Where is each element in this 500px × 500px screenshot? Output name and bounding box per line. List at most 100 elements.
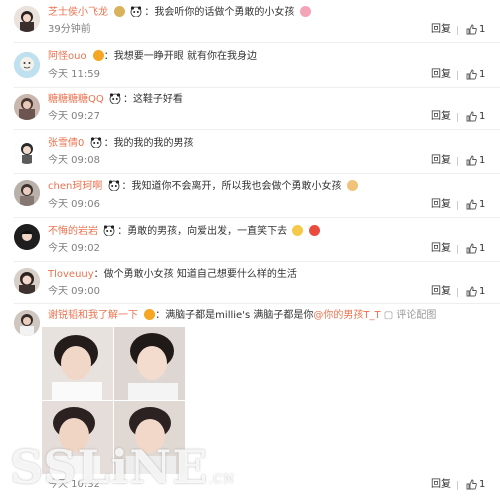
comment-line: 不悔的岩岩 ：勇敢的男孩，向爱出发，一直笑下去: [48, 225, 320, 239]
divider: [14, 87, 500, 88]
separator: ：: [155, 310, 166, 321]
comment-time: 39分钟前: [48, 24, 91, 35]
comment-line: 张雪倩0 ：我的我的我的男孩: [48, 137, 194, 151]
site-watermark: SSLiNE.CN: [10, 440, 235, 494]
avatar[interactable]: [14, 224, 40, 250]
comment-line: 谢锐韬和我了解一下 ：满脑子都是millie's 满脑子都是你@你的男孩T_T …: [48, 309, 436, 323]
watermark-suffix: .CN: [208, 472, 235, 486]
reply-button[interactable]: 回复: [431, 24, 451, 36]
like-icon[interactable]: [466, 243, 477, 254]
username[interactable]: 芝士侯小飞龙: [48, 7, 108, 18]
divider: [14, 42, 500, 43]
comment-time: 今天 09:02: [48, 243, 100, 254]
divider-bar: [457, 288, 458, 297]
comment-text: 这鞋子好看: [132, 94, 183, 105]
photo-thumbnail[interactable]: [42, 327, 113, 400]
username[interactable]: chen珂珂啊: [48, 181, 102, 192]
separator: ：: [121, 181, 132, 192]
panda-emoji-icon: [90, 137, 102, 148]
comment-line: 糖糖糖糖QQ ：这鞋子好看: [48, 93, 183, 107]
divider: [14, 261, 500, 262]
like-icon[interactable]: [466, 155, 477, 166]
panda-emoji-icon: [109, 93, 121, 104]
username[interactable]: 张雪倩0: [48, 138, 84, 149]
divider-bar: [457, 201, 458, 210]
comment-text: 做个勇敢小女孩 知道自己想要什么样的生活: [103, 269, 297, 280]
reply-button[interactable]: 回复: [431, 479, 451, 491]
separator: ：: [103, 51, 114, 62]
like-count: 1: [479, 479, 486, 490]
like-count: 1: [479, 24, 486, 35]
separator: ：: [122, 94, 133, 105]
separator: ：: [117, 226, 128, 237]
separator: ：: [93, 269, 104, 280]
like-count: 1: [479, 155, 486, 166]
reply-button[interactable]: 回复: [431, 155, 451, 167]
divider-bar: [457, 245, 458, 254]
comment-text: 我知道你不会离开，所以我也会做个勇敢小女孩: [131, 181, 342, 192]
like-icon[interactable]: [466, 69, 477, 80]
mention-link[interactable]: @你的男孩T_T: [313, 310, 380, 321]
panda-emoji-icon: [108, 180, 120, 191]
reply-button[interactable]: 回复: [431, 286, 451, 298]
reply-button[interactable]: 回复: [431, 199, 451, 211]
like-count: 1: [479, 69, 486, 80]
comment-line: Tloveuuy：做个勇敢小女孩 知道自己想要什么样的生活: [48, 268, 297, 282]
comment-line: 阿怪ouo ：我想要一睁开眼 就有你在我身边: [48, 50, 257, 64]
comment-line: 芝士侯小飞龙 ：我会听你的话做个勇敢的小女孩: [48, 6, 311, 20]
vip-badge-icon: [92, 50, 104, 61]
comment-text: 我会听你的话做个勇敢的小女孩: [154, 7, 295, 18]
avatar[interactable]: [14, 180, 40, 206]
divider: [14, 303, 500, 304]
like-count: 1: [479, 199, 486, 210]
smile-emoji-icon: [292, 225, 304, 236]
avatar[interactable]: [14, 138, 40, 164]
avatar[interactable]: [14, 268, 40, 294]
photo-thumbnail[interactable]: [114, 327, 185, 400]
divider-bar: [457, 481, 458, 490]
pig-emoji-icon: [299, 6, 311, 17]
username[interactable]: 谢锐韬和我了解一下: [48, 310, 138, 321]
avatar[interactable]: [14, 310, 40, 336]
username[interactable]: Tloveuuy: [48, 269, 94, 280]
username[interactable]: 糖糖糖糖QQ: [48, 94, 104, 105]
like-count: 1: [479, 111, 486, 122]
like-icon[interactable]: [466, 199, 477, 210]
watermark-text: SSLiNE: [10, 440, 209, 494]
reply-button[interactable]: 回复: [431, 243, 451, 255]
divider-bar: [457, 26, 458, 35]
comment-text: 勇敢的男孩，向爱出发，一直笑下去: [127, 226, 288, 237]
like-icon[interactable]: [466, 479, 477, 490]
comment-list: 芝士侯小飞龙 ：我会听你的话做个勇敢的小女孩 39分钟前 回复 1 阿怪ouo …: [0, 0, 500, 500]
comment-text: 我想要一睁开眼 就有你在我身边: [113, 51, 257, 62]
separator: ：: [144, 7, 155, 18]
comment-time: 今天 09:00: [48, 286, 100, 297]
hands-emoji-icon: [346, 180, 358, 191]
comment-line: chen珂珂啊 ：我知道你不会离开，所以我也会做个勇敢小女孩: [48, 180, 358, 194]
username[interactable]: 不悔的岩岩: [48, 226, 98, 237]
avatar[interactable]: [14, 6, 40, 32]
avatar[interactable]: [14, 52, 40, 78]
like-icon[interactable]: [466, 111, 477, 122]
username[interactable]: 阿怪ouo: [48, 51, 87, 62]
vip-badge-icon: [114, 6, 126, 17]
divider-bar: [457, 71, 458, 80]
like-count: 1: [479, 243, 486, 254]
comment-image-link[interactable]: ▢ 评论配图: [384, 310, 437, 321]
comment-time: 今天 09:06: [48, 199, 100, 210]
divider: [14, 217, 500, 218]
comment-text: 满脑子都是millie's 满脑子都是你: [165, 310, 314, 321]
comment-time: 今天 09:08: [48, 155, 100, 166]
like-icon[interactable]: [466, 286, 477, 297]
divider: [14, 173, 500, 174]
divider: [14, 129, 500, 130]
avatar[interactable]: [14, 94, 40, 120]
divider-bar: [457, 157, 458, 166]
like-icon[interactable]: [466, 24, 477, 35]
separator: ：: [103, 138, 114, 149]
like-count: 1: [479, 286, 486, 297]
reply-button[interactable]: 回复: [431, 111, 451, 123]
comment-time: 今天 09:27: [48, 111, 100, 122]
reply-button[interactable]: 回复: [431, 69, 451, 81]
panda-emoji-icon: [130, 6, 142, 17]
